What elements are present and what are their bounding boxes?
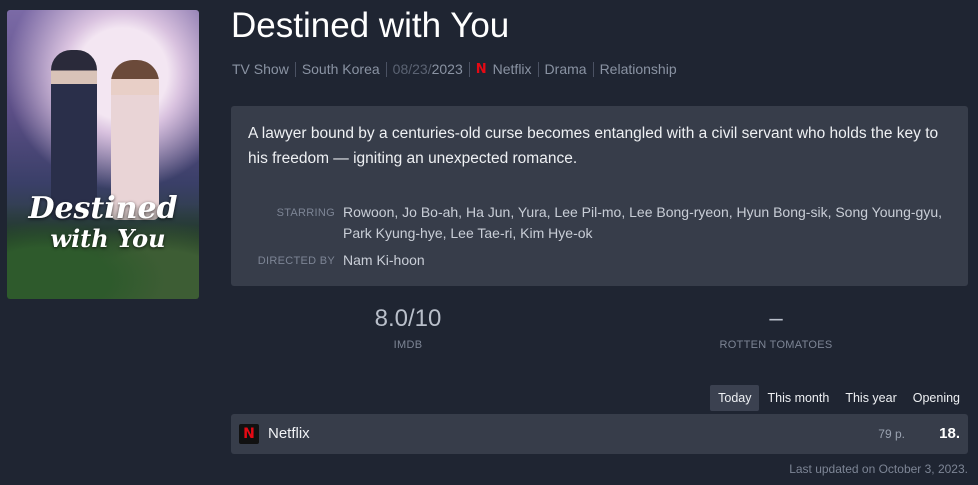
meta-line: TV Show South Korea 08/23/2023 N Netflix… [232, 61, 677, 77]
meta-divider [385, 61, 387, 77]
meta-type[interactable]: TV Show [232, 61, 289, 77]
ranking-points: 79 p. [878, 427, 905, 441]
poster-image[interactable]: Destined with You [7, 10, 199, 299]
poster-title-line1: Destined [28, 191, 178, 226]
page-title: Destined with You [231, 6, 510, 45]
meta-divider [592, 61, 594, 77]
meta-date-day: 08/23/ [392, 61, 432, 77]
starring-list[interactable]: Rowoon, Jo Bo-ah, Ha Jun, Yura, Lee Pil-… [343, 202, 953, 244]
rotten-tomatoes-rating[interactable]: – ROTTEN TOMATOES [656, 305, 896, 351]
rt-score: – [769, 305, 783, 332]
netflix-icon: N [475, 61, 487, 77]
meta-divider [537, 61, 539, 77]
starring-label: STARRING [276, 207, 335, 219]
meta-divider [294, 61, 296, 77]
period-tabs: Today This month This year Opening [710, 385, 968, 411]
meta-network[interactable]: Netflix [493, 61, 532, 77]
poster-title-line2: with You [50, 224, 166, 253]
meta-date-year[interactable]: 2023 [432, 61, 463, 77]
ranking-position: 18. [939, 425, 960, 442]
rt-label: ROTTEN TOMATOES [719, 339, 833, 351]
ranking-row-netflix[interactable]: N Netflix 79 p. 18. [231, 414, 968, 454]
director-name[interactable]: Nam Ki-hoon [343, 250, 953, 271]
imdb-rating[interactable]: 8.0/10 IMDB [288, 305, 528, 351]
poster-title-art: Destined with You [7, 193, 199, 253]
meta-country[interactable]: South Korea [302, 61, 380, 77]
meta-date: 08/23/2023 [393, 61, 463, 77]
ranking-service-name: Netflix [268, 425, 310, 442]
meta-genre-relationship[interactable]: Relationship [600, 61, 677, 77]
meta-genre-drama[interactable]: Drama [545, 61, 587, 77]
tab-this-month[interactable]: This month [759, 385, 837, 411]
directed-by-label: DIRECTED BY [257, 255, 335, 267]
netflix-icon: N [239, 424, 259, 444]
tab-this-year[interactable]: This year [837, 385, 904, 411]
imdb-score: 8.0/10 [374, 305, 442, 332]
synopsis: A lawyer bound by a centuries-old curse … [248, 125, 939, 167]
imdb-label: IMDB [393, 339, 423, 351]
tab-opening[interactable]: Opening [905, 385, 968, 411]
meta-divider [468, 61, 470, 77]
tab-today[interactable]: Today [710, 385, 760, 411]
description-panel: A lawyer bound by a centuries-old curse … [231, 106, 968, 286]
last-updated: Last updated on October 3, 2023. [789, 462, 968, 476]
